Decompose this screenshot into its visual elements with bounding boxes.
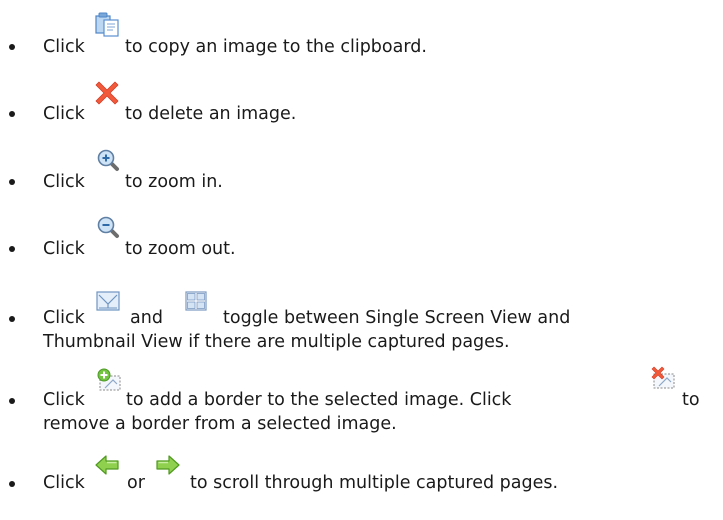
bullet <box>9 179 15 185</box>
item-text: to copy an image to the clipboard. <box>125 37 427 57</box>
item-mid: and <box>130 308 163 328</box>
add-border-icon[interactable] <box>96 368 122 392</box>
item-text: to add a border to the selected image. C… <box>126 390 512 410</box>
bullet <box>9 44 15 50</box>
item-pre: Click <box>43 104 85 124</box>
single-screen-view-icon[interactable] <box>96 291 120 311</box>
item-mid: or <box>127 473 145 493</box>
bullet <box>9 111 15 117</box>
item-text: to zoom out. <box>125 239 236 259</box>
forward-arrow-icon[interactable] <box>155 453 181 477</box>
item-text: to delete an image. <box>125 104 297 124</box>
item-text: to zoom in. <box>125 172 223 192</box>
thumbnail-view-icon[interactable] <box>185 291 207 311</box>
bullet <box>9 316 15 322</box>
item-text-line2: remove a border from a selected image. <box>43 414 397 434</box>
item-pre: Click <box>43 390 85 410</box>
bullet <box>9 398 15 404</box>
item-text-line2: Thumbnail View if there are multiple cap… <box>43 332 510 352</box>
item-text: toggle between Single Screen View and <box>223 308 571 328</box>
remove-border-icon[interactable] <box>650 366 676 390</box>
zoom-in-icon[interactable] <box>96 148 120 172</box>
delete-icon[interactable] <box>94 80 120 106</box>
back-arrow-icon[interactable] <box>94 453 120 477</box>
item-pre: Click <box>43 37 85 57</box>
bullet <box>9 481 15 487</box>
bullet <box>9 246 15 252</box>
item-pre: Click <box>43 172 85 192</box>
item-text: to scroll through multiple captured page… <box>190 473 559 493</box>
item-pre: Click <box>43 239 85 259</box>
zoom-out-icon[interactable] <box>96 215 120 239</box>
item-pre: Click <box>43 473 85 493</box>
copy-icon[interactable] <box>94 12 120 38</box>
item-pre: Click <box>43 308 85 328</box>
item-text-end: to <box>682 390 700 410</box>
